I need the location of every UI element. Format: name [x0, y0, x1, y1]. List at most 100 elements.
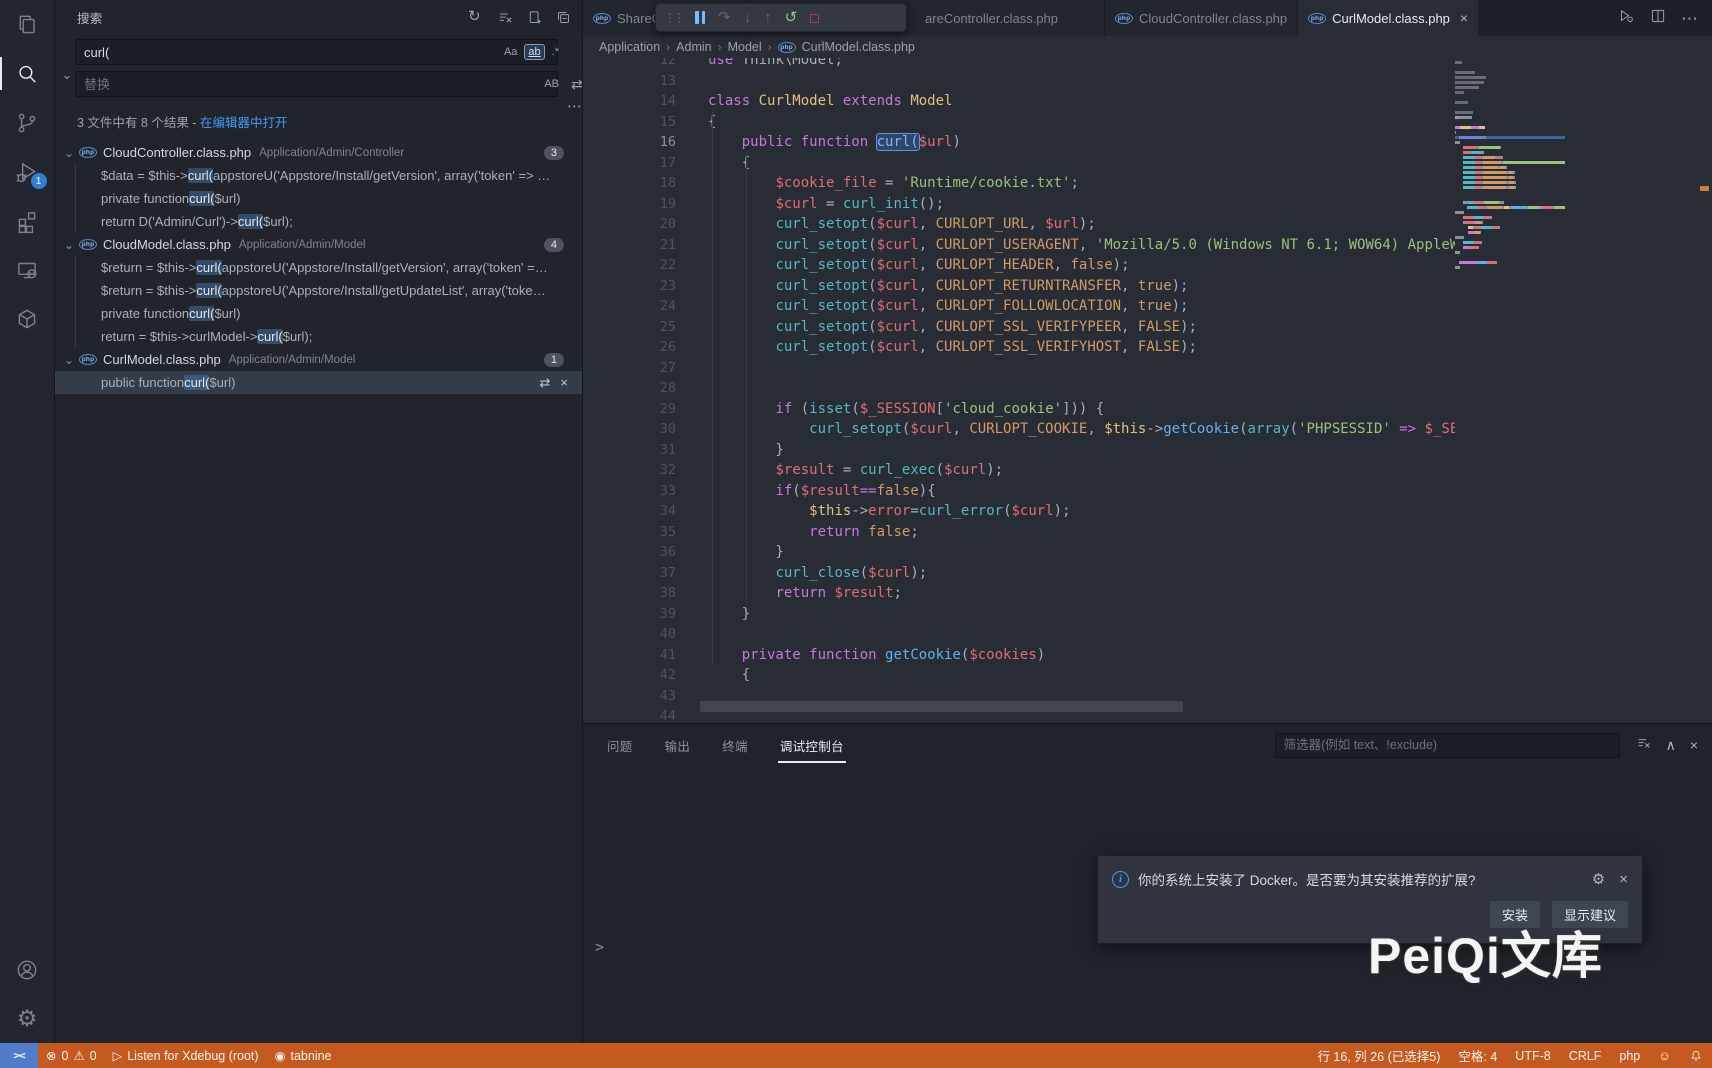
search-icon[interactable] — [0, 49, 55, 98]
toggle-replace-icon[interactable]: ⌄ — [59, 39, 75, 103]
tab-debug-console[interactable]: 调试控制台 — [778, 730, 846, 761]
search-match-row[interactable]: return = $this->curlModel->curl($url); — [55, 325, 582, 348]
close-panel-icon[interactable]: × — [1690, 738, 1698, 752]
code-line[interactable]: 39 } — [583, 604, 1455, 625]
code-line[interactable]: 14class CurlModel extends Model — [583, 91, 1455, 112]
dismiss-match-icon[interactable]: × — [560, 375, 568, 391]
replace-all-icon[interactable]: ⇄ — [571, 76, 583, 93]
split-editor-icon[interactable] — [1649, 7, 1667, 30]
search-match-row[interactable]: $return = $this->curl(appstoreU('Appstor… — [55, 279, 582, 302]
xdebug-status[interactable]: ▷ Listen for Xdebug (root) — [105, 1043, 267, 1068]
source-control-icon[interactable] — [0, 98, 55, 147]
debug-filter-input[interactable] — [1275, 733, 1620, 758]
remote-explorer-icon[interactable] — [0, 245, 55, 294]
minimap[interactable] — [1455, 60, 1565, 280]
code-line[interactable]: 42 { — [583, 665, 1455, 686]
search-match-row[interactable]: $return = $this->curl(appstoreU('Appstor… — [55, 256, 582, 279]
run-or-debug-icon[interactable] — [1617, 7, 1635, 30]
tabnine-status[interactable]: ◉ tabnine — [267, 1043, 340, 1068]
remote-indicator[interactable]: >< — [0, 1043, 38, 1068]
code-line[interactable]: 26 curl_setopt($curl, CURLOPT_SSL_VERIFY… — [583, 337, 1455, 358]
breadcrumb-item[interactable]: Application — [599, 40, 660, 54]
language-mode[interactable]: php — [1610, 1043, 1649, 1068]
code-line[interactable]: 17 { — [583, 153, 1455, 174]
code-line[interactable]: 19 $curl = curl_init(); — [583, 194, 1455, 215]
search-more-actions-icon[interactable]: ⋯ — [567, 97, 582, 115]
chevron-down-icon[interactable]: ⌄ — [61, 238, 77, 252]
code-line[interactable]: 28 — [583, 378, 1455, 399]
code-line[interactable]: 35 return false; — [583, 522, 1455, 543]
code-line[interactable]: 25 curl_setopt($curl, CURLOPT_SSL_VERIFY… — [583, 317, 1455, 338]
search-result-file[interactable]: ⌄phpCloudModel.class.phpApplication/Admi… — [55, 233, 582, 256]
refresh-icon[interactable]: ↻ — [468, 9, 485, 26]
code-line[interactable]: 37 curl_close($curl); — [583, 563, 1455, 584]
problems-status[interactable]: ⊗ 0 ⚠ 0 — [38, 1043, 105, 1068]
cursor-position[interactable]: 行 16, 列 26 (已选择5) — [1308, 1043, 1449, 1068]
search-match-row[interactable]: return D('Admin/Curl')->curl($url); — [55, 210, 582, 233]
stop-icon[interactable]: □ — [810, 11, 818, 25]
search-match-row[interactable]: $data = $this->curl(appstoreU('Appstore/… — [55, 164, 582, 187]
search-match-row[interactable]: private function curl($url) — [55, 187, 582, 210]
encoding[interactable]: UTF-8 — [1506, 1043, 1559, 1068]
code-line[interactable]: 22 curl_setopt($curl, CURLOPT_HEADER, fa… — [583, 255, 1455, 276]
code-line[interactable]: 33 if($result==false){ — [583, 481, 1455, 502]
restart-icon[interactable]: ↺ — [785, 10, 798, 25]
open-in-editor-link[interactable]: 在编辑器中打开 — [200, 116, 288, 130]
code-line[interactable]: 24 curl_setopt($curl, CURLOPT_FOLLOWLOCA… — [583, 296, 1455, 317]
code-line[interactable]: 34 $this->error=curl_error($curl); — [583, 501, 1455, 522]
chevron-down-icon[interactable]: ⌄ — [61, 353, 77, 367]
code-line[interactable]: 40 — [583, 624, 1455, 645]
code-line[interactable]: 15{ — [583, 112, 1455, 133]
code-line[interactable]: 23 curl_setopt($curl, CURLOPT_RETURNTRAN… — [583, 276, 1455, 297]
regex-toggle[interactable]: .* — [549, 45, 562, 59]
step-over-icon[interactable]: ↷ — [718, 10, 731, 25]
match-case-toggle[interactable]: Aa — [501, 45, 520, 59]
notifications-bell-icon[interactable] — [1680, 1043, 1712, 1068]
code-line[interactable]: 21 curl_setopt($curl, CURLOPT_USERAGENT,… — [583, 235, 1455, 256]
code-area[interactable]: 12use Think\Model;1314class CurlModel ex… — [583, 58, 1455, 723]
account-icon[interactable] — [0, 945, 55, 994]
code-line[interactable]: 32 $result = curl_exec($curl); — [583, 460, 1455, 481]
code-line[interactable]: 13 — [583, 71, 1455, 92]
code-line[interactable]: 38 return $result; — [583, 583, 1455, 604]
tab-problems[interactable]: 问题 — [605, 730, 635, 761]
toolbar-grip-icon[interactable]: ⋮⋮ — [664, 11, 682, 25]
breadcrumb-item[interactable]: Admin — [676, 40, 711, 54]
step-into-icon[interactable]: ↓ — [744, 10, 752, 25]
code-line[interactable]: 30 curl_setopt($curl, CURLOPT_COOKIE, $t… — [583, 419, 1455, 440]
code-line[interactable]: 16 public function curl($url) — [583, 132, 1455, 153]
tab-cloudcontroller[interactable]: php CloudController.class.php — [1105, 0, 1298, 36]
code-line[interactable]: 12use Think\Model; — [583, 58, 1455, 71]
search-match-row[interactable]: private function curl($url) — [55, 302, 582, 325]
notification-close-icon[interactable]: × — [1619, 872, 1628, 887]
console-prompt-icon[interactable]: > — [595, 938, 604, 956]
pause-icon[interactable] — [695, 11, 705, 24]
indentation[interactable]: 空格: 4 — [1449, 1043, 1506, 1068]
tab-terminal[interactable]: 终端 — [720, 730, 750, 761]
clear-console-icon[interactable] — [1636, 735, 1652, 756]
code-line[interactable]: 20 curl_setopt($curl, CURLOPT_URL, $url)… — [583, 214, 1455, 235]
settings-gear-icon[interactable]: ⚙ — [0, 994, 55, 1043]
feedback-smiley-icon[interactable]: ☺ — [1649, 1043, 1680, 1068]
code-line[interactable]: 31 } — [583, 440, 1455, 461]
code-line[interactable]: 27 — [583, 358, 1455, 379]
editor-more-actions-icon[interactable]: ⋯ — [1681, 10, 1698, 27]
run-debug-icon[interactable]: 1 — [0, 147, 55, 196]
maximize-panel-icon[interactable]: ∧ — [1666, 738, 1676, 752]
tab-output[interactable]: 输出 — [663, 730, 693, 761]
collapse-all-icon[interactable] — [555, 9, 572, 26]
search-input[interactable] — [75, 39, 558, 65]
open-search-editor-icon[interactable] — [526, 9, 543, 26]
horizontal-scrollbar[interactable] — [700, 701, 1183, 712]
close-tab-icon[interactable]: × — [1460, 10, 1468, 26]
whole-word-toggle[interactable]: ab — [524, 44, 544, 60]
code-line[interactable]: 41 private function getCookie($cookies) — [583, 645, 1455, 666]
clear-results-icon[interactable] — [497, 9, 514, 26]
breadcrumb-item[interactable]: CurlModel.class.php — [802, 40, 915, 54]
chevron-down-icon[interactable]: ⌄ — [61, 146, 77, 160]
package-box-icon[interactable] — [0, 294, 55, 343]
breadcrumb-item[interactable]: Model — [728, 40, 762, 54]
code-line[interactable]: 18 $cookie_file = 'Runtime/cookie.txt'; — [583, 173, 1455, 194]
preserve-case-toggle[interactable]: AB — [541, 77, 562, 91]
extensions-icon[interactable] — [0, 196, 55, 245]
